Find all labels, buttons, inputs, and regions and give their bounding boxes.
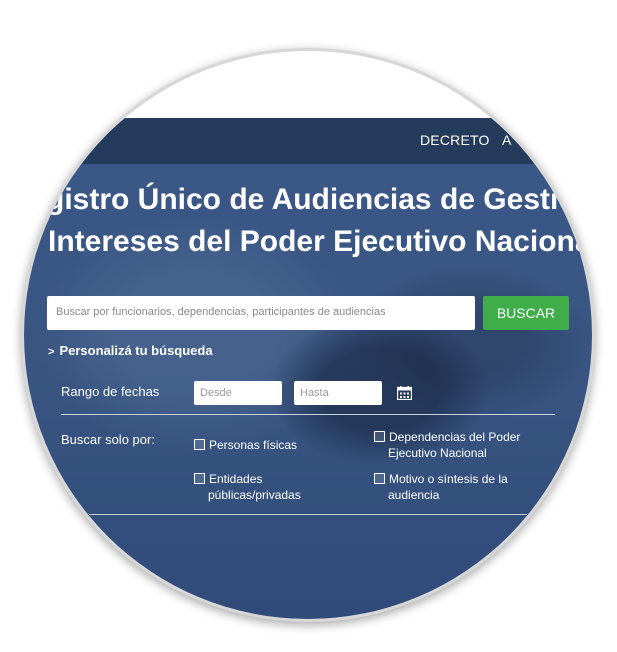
filter-divider-top <box>61 414 555 415</box>
page-title-line1: gistro Único de Audiencias de Gestión <box>46 183 595 216</box>
search-input[interactable]: Buscar por funcionarios, dependencias, p… <box>47 296 475 330</box>
nav-link-decreto[interactable]: DECRETO <box>420 132 490 148</box>
search-button[interactable]: BUSCAR <box>483 296 569 330</box>
checkbox-dependencias[interactable]: Dependencias del Poder Ejecutivo Naciona… <box>374 429 548 461</box>
checkbox-entidades[interactable]: Entidades públicas/privadas <box>194 471 338 503</box>
checkbox-label: Personas físicas <box>209 438 298 452</box>
checkbox-box[interactable] <box>194 439 205 450</box>
top-navbar: DECRETO A <box>24 118 592 164</box>
chevron-right-icon: > <box>48 346 55 358</box>
search-placeholder: Buscar por funcionarios, dependencias, p… <box>56 306 386 318</box>
checkbox-label: Dependencias del Poder Ejecutivo Naciona… <box>388 430 521 460</box>
checkbox-label: Entidades públicas/privadas <box>208 472 301 502</box>
date-to-placeholder: Hasta <box>300 387 329 399</box>
personalize-label: Personalizá tu búsqueda <box>59 343 213 358</box>
nav-link-a[interactable]: A <box>502 132 512 148</box>
checkbox-personas-fisicas[interactable]: Personas físicas <box>194 437 344 453</box>
filter-divider-bottom <box>89 514 527 515</box>
calendar-icon[interactable] <box>397 386 412 400</box>
checkbox-box[interactable] <box>194 473 205 484</box>
date-to-input[interactable]: Hasta <box>294 381 382 405</box>
date-from-placeholder: Desde <box>200 387 232 399</box>
search-only-label: Buscar solo por: <box>61 432 155 447</box>
checkbox-motivo[interactable]: Motivo o síntesis de la audiencia <box>374 471 538 503</box>
checkbox-box[interactable] <box>374 431 385 442</box>
date-range-label: Rango de fechas <box>61 384 160 399</box>
checkbox-label: Motivo o síntesis de la audiencia <box>388 472 508 502</box>
checkbox-box[interactable] <box>374 473 385 484</box>
magnifier-lens: DECRETO A gistro Único de Audiencias de … <box>21 48 595 622</box>
date-from-input[interactable]: Desde <box>194 381 282 405</box>
personalize-search-toggle[interactable]: > Personalizá tu búsqueda <box>48 343 213 358</box>
page-title-line2: Intereses del Poder Ejecutivo Nacional <box>48 225 595 258</box>
